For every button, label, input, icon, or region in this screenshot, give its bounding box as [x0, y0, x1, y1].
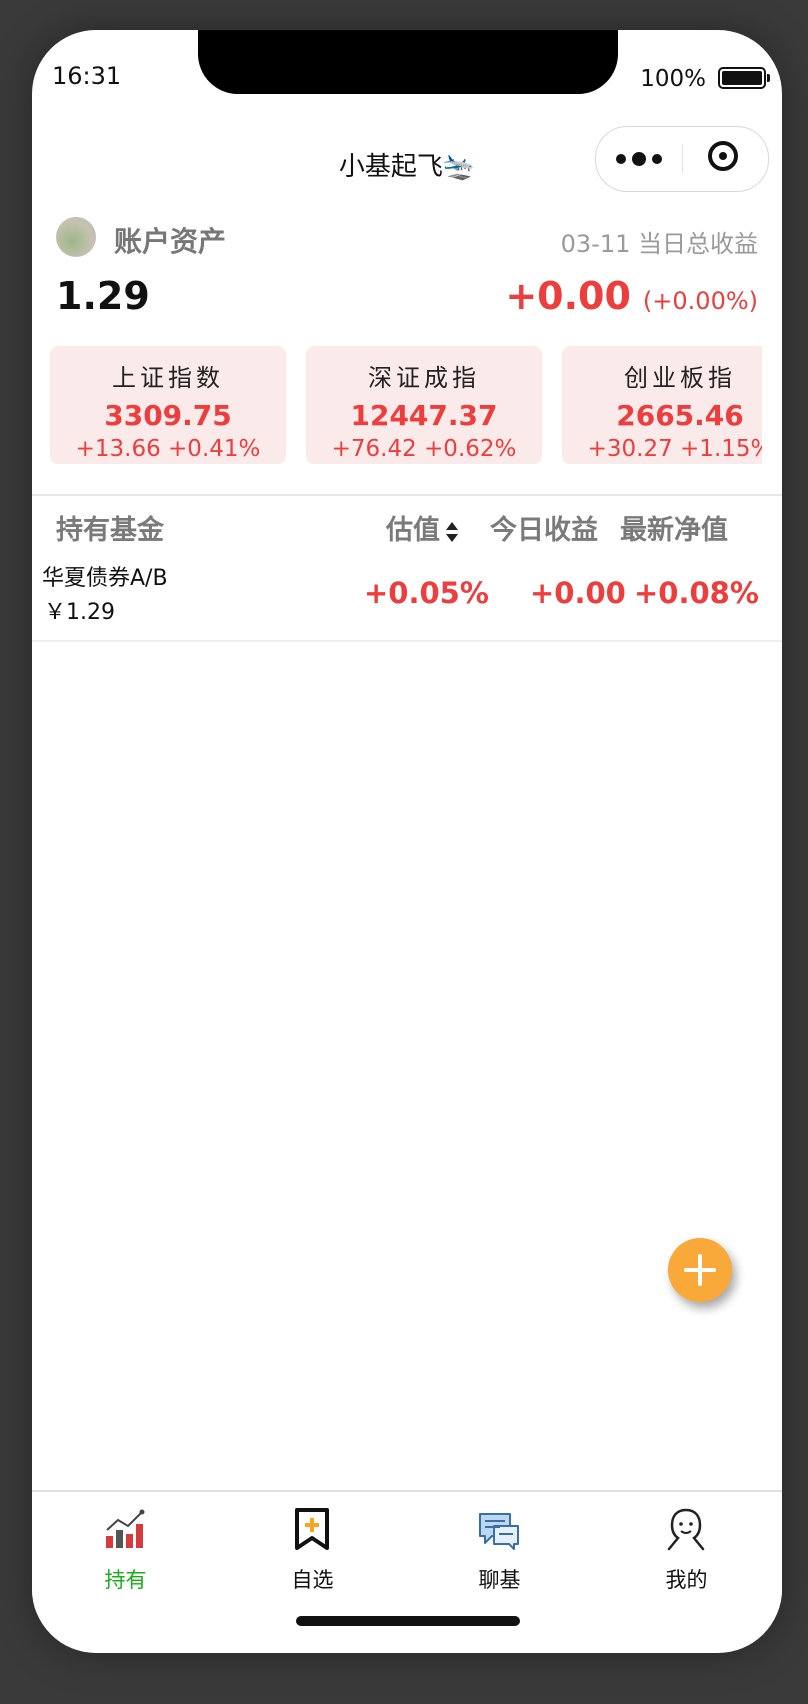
- index-change: +13.66 +0.41%: [75, 436, 261, 462]
- chat-icon: [479, 1513, 519, 1550]
- fund-today-profit: +0.00: [530, 576, 626, 610]
- table-row[interactable]: 华夏债券A/B ￥1.29 +0.05% +0.00 +0.08%: [32, 556, 782, 642]
- user-icon: [667, 1508, 705, 1551]
- notch: [198, 30, 618, 94]
- fund-amount: ￥1.29: [44, 600, 115, 625]
- index-price: 3309.75: [104, 399, 232, 432]
- index-price: 12447.37: [350, 399, 498, 432]
- tab-label: 我的: [665, 1568, 708, 1592]
- tab-mine[interactable]: 我的: [593, 1492, 780, 1602]
- home-indicator: [296, 1616, 520, 1626]
- tab-watchlist[interactable]: 自选: [219, 1492, 406, 1602]
- header-estimate: 估值: [386, 515, 440, 546]
- tab-chat[interactable]: 聊基: [406, 1492, 593, 1602]
- header-fund: 持有基金: [56, 515, 164, 546]
- battery-icon: [718, 67, 770, 89]
- day-profit-date-label: 03-11 当日总收益: [560, 230, 758, 258]
- status-time: 16:31: [52, 62, 122, 90]
- account-assets-value: 1.29: [56, 274, 150, 318]
- capsule-divider: [682, 145, 683, 173]
- index-price: 2665.46: [616, 399, 744, 432]
- header-latest-nav[interactable]: 最新净值: [620, 508, 728, 547]
- header-estimate-sort[interactable]: 估值: [386, 508, 458, 547]
- add-fund-button[interactable]: [668, 1238, 732, 1302]
- tab-label: 聊基: [478, 1568, 521, 1592]
- index-card-chinext[interactable]: 创业板指 2665.46 +30.27 +1.15%: [562, 346, 762, 464]
- tab-holdings[interactable]: 持有: [32, 1492, 219, 1602]
- tab-label: 自选: [291, 1568, 334, 1592]
- chart-icon: [106, 1509, 145, 1548]
- index-change: +30.27 +1.15%: [587, 436, 762, 462]
- index-name: 深证成指: [368, 364, 480, 392]
- phone-frame: 16:31 100% 小基起飞🛬 账户资产 03-11 当日总收益 1.29 +…: [32, 30, 782, 1653]
- bookmark-add-icon: [295, 1508, 329, 1550]
- section-divider: [32, 494, 782, 496]
- index-name: 创业板指: [624, 364, 736, 392]
- header-today-profit[interactable]: 今日收益: [490, 508, 598, 547]
- day-profit-percent: (+0.00%): [642, 287, 758, 315]
- index-card-shenzhen[interactable]: 深证成指 12447.37 +76.42 +0.62%: [306, 346, 542, 464]
- sort-icon[interactable]: [446, 520, 458, 544]
- index-name: 上证指数: [112, 364, 224, 392]
- battery-percent: 100%: [640, 66, 706, 92]
- fund-estimate: +0.05%: [364, 576, 489, 610]
- tab-label: 持有: [104, 1568, 147, 1592]
- day-profit-value: +0.00: [505, 274, 631, 318]
- more-icon[interactable]: [616, 145, 696, 173]
- mini-program-capsule: [595, 126, 769, 192]
- close-target-icon[interactable]: [708, 141, 738, 171]
- account-assets-label: 账户资产: [114, 225, 227, 258]
- index-cards[interactable]: 上证指数 3309.75 +13.66 +0.41% 深证成指 12447.37…: [50, 346, 762, 466]
- fund-name: 华夏债券A/B: [42, 566, 168, 591]
- fund-latest-nav: +0.08%: [634, 576, 759, 610]
- index-card-shanghai[interactable]: 上证指数 3309.75 +13.66 +0.41%: [50, 346, 286, 464]
- tab-bar: 持有 自选 聊基 我的: [32, 1490, 782, 1612]
- index-change: +76.42 +0.62%: [331, 436, 517, 462]
- day-profit: +0.00 (+0.00%): [505, 274, 758, 318]
- avatar[interactable]: [56, 217, 96, 257]
